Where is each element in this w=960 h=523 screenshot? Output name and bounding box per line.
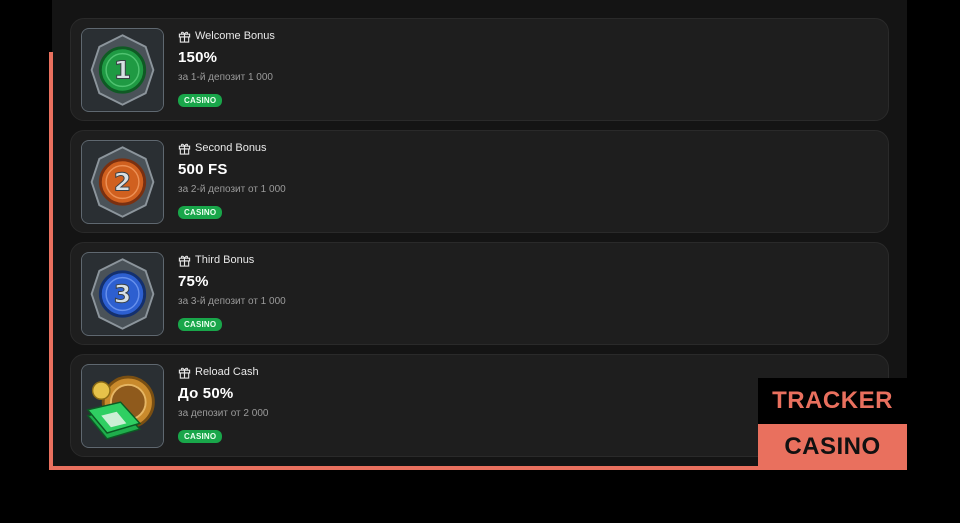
gift-icon [178,254,191,267]
bonus-info: Reload Cash До 50% за депозит от 2 000 C… [178,364,268,444]
bonus-amount: До 50% [178,385,234,402]
bonus-amount: 150% [178,49,218,66]
bonus-amount: 75% [178,273,209,290]
tracker-casino-logo-top: TRACKER [758,378,907,424]
level-2-emblem-icon: 2 [82,141,163,223]
casino-tag: CASINO [178,430,223,443]
bonus-amount: 500 FS [178,161,228,178]
level-2-badge-image: 2 [81,140,164,224]
svg-text:3: 3 [114,280,131,309]
bonus-info: Welcome Bonus 150% за 1-й депозит 1 000 … [178,28,275,108]
screenshot-stage: 1 Welcome Bonus 150% за 1-й депозит 1 00… [0,0,960,523]
bonus-condition: за 3-й депозит от 1 000 [178,296,286,307]
casino-tag: CASINO [178,318,223,331]
level-3-badge-image: 3 [81,252,164,336]
gift-icon [178,142,191,155]
bonus-kind: Second Bonus [195,142,267,154]
watermark-frame-bottom [49,466,759,470]
casino-tag: CASINO [178,206,223,219]
bonus-condition: за 1-й депозит 1 000 [178,72,273,83]
gift-icon [178,30,191,43]
level-1-emblem-icon: 1 [82,29,163,111]
bonus-card-second[interactable]: 2 Second Bonus 500 FS за 2-й депозит от … [70,130,889,233]
bonus-condition: за депозит от 2 000 [178,408,269,419]
bonus-info: Third Bonus 75% за 3-й депозит от 1 000 … [178,252,286,332]
bonus-kind: Third Bonus [195,254,255,266]
svg-text:1: 1 [114,56,131,85]
bonus-info: Second Bonus 500 FS за 2-й депозит от 1 … [178,140,286,220]
bonus-card-third[interactable]: 3 Third Bonus 75% за 3-й депозит от 1 00… [70,242,889,345]
bonus-kind: Welcome Bonus [195,30,275,42]
level-3-emblem-icon: 3 [82,253,163,335]
reload-cash-badge-image [81,364,164,448]
bonus-card-welcome[interactable]: 1 Welcome Bonus 150% за 1-й депозит 1 00… [70,18,889,121]
bonus-kind: Reload Cash [195,366,259,378]
level-1-badge-image: 1 [81,28,164,112]
cash-coin-icon [82,365,163,447]
casino-tag: CASINO [178,94,223,107]
gift-icon [178,366,191,379]
tracker-casino-logo-bottom: CASINO [758,424,907,470]
bonus-condition: за 2-й депозит от 1 000 [178,184,286,195]
watermark-frame-left [49,52,53,470]
svg-text:2: 2 [114,168,131,197]
